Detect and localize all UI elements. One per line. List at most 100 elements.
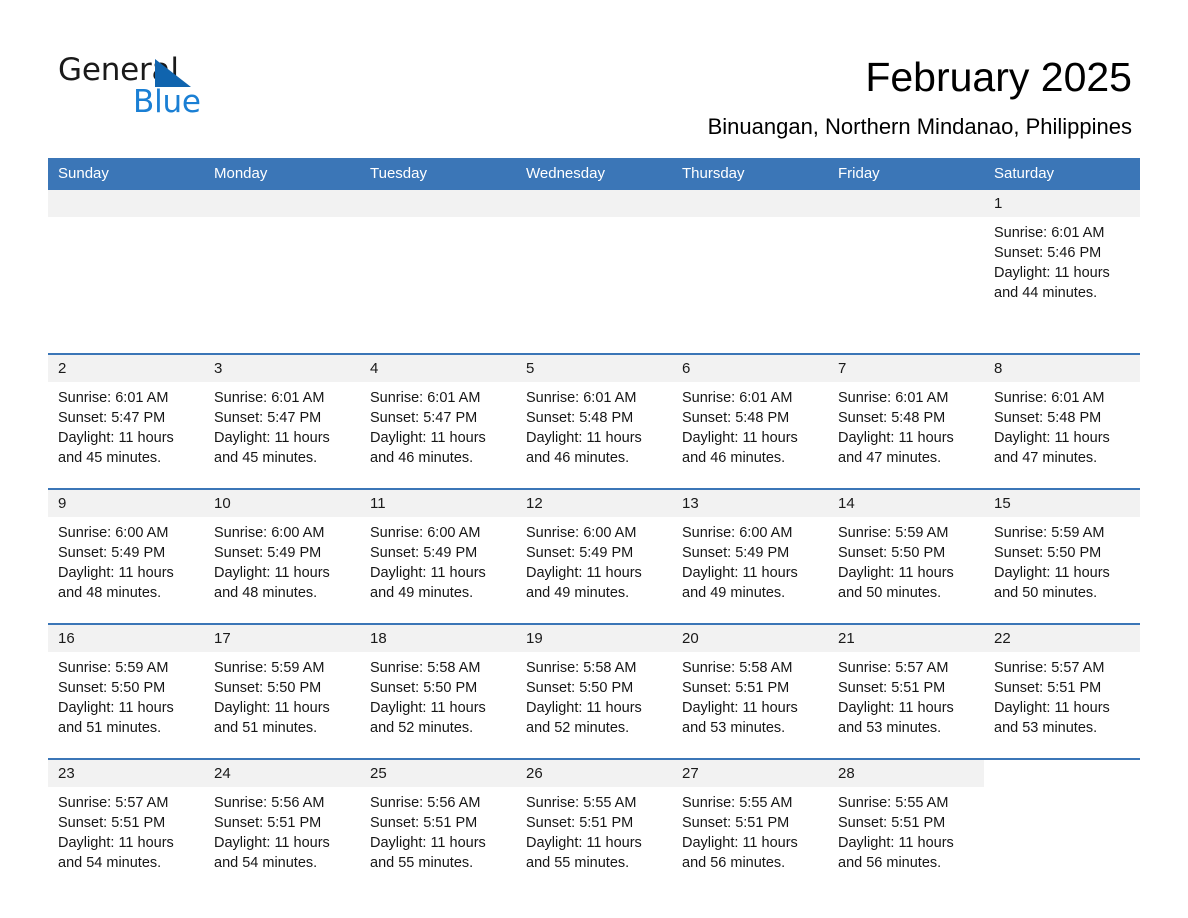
day-number: 18	[360, 625, 516, 652]
sunrise-text: Sunrise: 6:00 AM	[214, 525, 325, 541]
daylight-text: Daylight: 11 hours and 54 minutes.	[58, 835, 174, 871]
weekday-header-thursday: Thursday	[672, 158, 828, 190]
calendar-day-cell[interactable]: 14 Sunrise: 5:59 AM Sunset: 5:50 PM Dayligh…	[828, 488, 984, 624]
day-number: 12	[516, 490, 672, 517]
day-sun-info: Sunrise: 6:01 AM Sunset: 5:48 PM Daylight:…	[516, 382, 672, 468]
day-sun-info: Sunrise: 5:57 AM Sunset: 5:51 PM Daylight:…	[48, 787, 204, 873]
day-cell-inner	[672, 190, 828, 353]
sunrise-text: Sunrise: 5:55 AM	[838, 795, 949, 811]
sunrise-text: Sunrise: 6:00 AM	[58, 525, 169, 541]
day-sun-info: Sunrise: 5:58 AM Sunset: 5:50 PM Daylight:…	[516, 652, 672, 738]
triangle-icon	[155, 59, 191, 87]
calendar-day-cell[interactable]: 19 Sunrise: 5:58 AM Sunset: 5:50 PM Dayligh…	[516, 623, 672, 759]
calendar-day-cell[interactable]: 17 Sunrise: 5:59 AM Sunset: 5:50 PM Dayligh…	[204, 623, 360, 759]
calendar-day-cell[interactable]: 7 Sunrise: 6:01 AM Sunset: 5:48 PM Daylight…	[828, 353, 984, 489]
sunset-text: Sunset: 5:49 PM	[58, 545, 166, 561]
daylight-text: Daylight: 11 hours and 51 minutes.	[58, 700, 174, 736]
calendar-day-cell[interactable]: 23 Sunrise: 5:57 AM Sunset: 5:51 PM Dayligh…	[48, 758, 204, 894]
calendar-day-cell[interactable]: 28 Sunrise: 5:55 AM Sunset: 5:51 PM Dayligh…	[828, 758, 984, 894]
daylight-text: Daylight: 11 hours and 49 minutes.	[526, 565, 642, 601]
daylight-text: Daylight: 11 hours and 53 minutes.	[682, 700, 798, 736]
calendar-day-cell[interactable]: 26 Sunrise: 5:55 AM Sunset: 5:51 PM Dayligh…	[516, 758, 672, 894]
day-number: 11	[360, 490, 516, 517]
daylight-text: Daylight: 11 hours and 50 minutes.	[994, 565, 1110, 601]
sunset-text: Sunset: 5:50 PM	[526, 680, 634, 696]
calendar-day-cell[interactable]: 10 Sunrise: 6:00 AM Sunset: 5:49 PM Dayligh…	[204, 488, 360, 624]
calendar-day-cell[interactable]: 1 Sunrise: 6:01 AM Sunset: 5:46 PM Daylight…	[984, 190, 1140, 354]
day-cell-inner: 2 Sunrise: 6:01 AM Sunset: 5:47 PM Daylight…	[48, 355, 204, 488]
day-number: 13	[672, 490, 828, 517]
daylight-text: Daylight: 11 hours and 56 minutes.	[682, 835, 798, 871]
sunset-text: Sunset: 5:51 PM	[994, 680, 1102, 696]
calendar-day-cell[interactable]: 22 Sunrise: 5:57 AM Sunset: 5:51 PM Dayligh…	[984, 623, 1140, 759]
sunrise-text: Sunrise: 6:01 AM	[370, 390, 481, 406]
sunset-text: Sunset: 5:48 PM	[994, 410, 1102, 426]
daylight-text: Daylight: 11 hours and 47 minutes.	[994, 430, 1110, 466]
day-sun-info: Sunrise: 5:59 AM Sunset: 5:50 PM Daylight:…	[984, 517, 1140, 603]
calendar-day-cell[interactable]: 20 Sunrise: 5:58 AM Sunset: 5:51 PM Dayligh…	[672, 623, 828, 759]
daylight-text: Daylight: 11 hours and 52 minutes.	[526, 700, 642, 736]
calendar-day-cell[interactable]: 11 Sunrise: 6:00 AM Sunset: 5:49 PM Dayligh…	[360, 488, 516, 624]
day-number	[204, 190, 360, 217]
day-cell-inner	[828, 190, 984, 353]
day-cell-inner	[516, 190, 672, 353]
calendar-body: 1 Sunrise: 6:01 AM Sunset: 5:46 PM Daylight…	[48, 190, 1140, 894]
page-subtitle: Binuangan, Northern Mindanao, Philippine…	[707, 114, 1132, 139]
day-cell-inner: 14 Sunrise: 5:59 AM Sunset: 5:50 PM Dayligh…	[828, 490, 984, 623]
calendar-day-cell[interactable]: 13 Sunrise: 6:00 AM Sunset: 5:49 PM Dayligh…	[672, 488, 828, 624]
sunset-text: Sunset: 5:51 PM	[838, 815, 946, 831]
calendar-day-cell[interactable]: 4 Sunrise: 6:01 AM Sunset: 5:47 PM Daylight…	[360, 353, 516, 489]
calendar-day-cell[interactable]: 27 Sunrise: 5:55 AM Sunset: 5:51 PM Dayligh…	[672, 758, 828, 894]
calendar-day-cell[interactable]: 8 Sunrise: 6:01 AM Sunset: 5:48 PM Daylight…	[984, 353, 1140, 489]
sunset-text: Sunset: 5:49 PM	[214, 545, 322, 561]
day-sun-info: Sunrise: 6:00 AM Sunset: 5:49 PM Daylight:…	[204, 517, 360, 603]
calendar-week-row: 2 Sunrise: 6:01 AM Sunset: 5:47 PM Daylight…	[48, 353, 1140, 489]
weekday-header-tuesday: Tuesday	[360, 158, 516, 190]
sunrise-text: Sunrise: 5:59 AM	[58, 660, 169, 676]
day-sun-info: Sunrise: 5:55 AM Sunset: 5:51 PM Daylight:…	[672, 787, 828, 873]
calendar-day-cell[interactable]: 24 Sunrise: 5:56 AM Sunset: 5:51 PM Dayligh…	[204, 758, 360, 894]
day-sun-info: Sunrise: 6:01 AM Sunset: 5:48 PM Daylight:…	[672, 382, 828, 468]
calendar-day-cell[interactable]: 9 Sunrise: 6:00 AM Sunset: 5:49 PM Daylight…	[48, 488, 204, 624]
calendar-day-cell[interactable]: 2 Sunrise: 6:01 AM Sunset: 5:47 PM Daylight…	[48, 353, 204, 489]
day-cell-inner	[360, 190, 516, 353]
calendar-day-cell	[672, 190, 828, 354]
sunrise-text: Sunrise: 6:00 AM	[682, 525, 793, 541]
calendar-day-cell[interactable]: 12 Sunrise: 6:00 AM Sunset: 5:49 PM Dayligh…	[516, 488, 672, 624]
sunset-text: Sunset: 5:51 PM	[682, 680, 790, 696]
day-sun-info: Sunrise: 6:01 AM Sunset: 5:47 PM Daylight:…	[48, 382, 204, 468]
day-number: 25	[360, 760, 516, 787]
sunrise-text: Sunrise: 6:00 AM	[526, 525, 637, 541]
daylight-text: Daylight: 11 hours and 45 minutes.	[214, 430, 330, 466]
day-sun-info: Sunrise: 6:01 AM Sunset: 5:47 PM Daylight:…	[204, 382, 360, 468]
general-blue-logo: General Blue	[58, 52, 258, 124]
day-number	[672, 190, 828, 217]
day-number: 10	[204, 490, 360, 517]
calendar-day-cell[interactable]: 5 Sunrise: 6:01 AM Sunset: 5:48 PM Daylight…	[516, 353, 672, 489]
sunrise-text: Sunrise: 5:57 AM	[58, 795, 169, 811]
day-cell-inner: 4 Sunrise: 6:01 AM Sunset: 5:47 PM Daylight…	[360, 355, 516, 488]
sunset-text: Sunset: 5:48 PM	[682, 410, 790, 426]
day-number: 23	[48, 760, 204, 787]
day-cell-inner: 23 Sunrise: 5:57 AM Sunset: 5:51 PM Dayligh…	[48, 760, 204, 894]
day-cell-inner	[204, 190, 360, 353]
day-number: 17	[204, 625, 360, 652]
sunset-text: Sunset: 5:51 PM	[58, 815, 166, 831]
day-sun-info: Sunrise: 5:55 AM Sunset: 5:51 PM Daylight:…	[516, 787, 672, 873]
calendar-day-cell	[48, 190, 204, 354]
sunset-text: Sunset: 5:49 PM	[370, 545, 478, 561]
calendar-day-cell[interactable]: 25 Sunrise: 5:56 AM Sunset: 5:51 PM Dayligh…	[360, 758, 516, 894]
day-number: 22	[984, 625, 1140, 652]
calendar-day-cell[interactable]: 18 Sunrise: 5:58 AM Sunset: 5:50 PM Dayligh…	[360, 623, 516, 759]
calendar-week-row: 1 Sunrise: 6:01 AM Sunset: 5:46 PM Daylight…	[48, 190, 1140, 354]
sunrise-text: Sunrise: 5:55 AM	[526, 795, 637, 811]
day-sun-info: Sunrise: 5:58 AM Sunset: 5:50 PM Daylight:…	[360, 652, 516, 738]
calendar-day-cell[interactable]: 3 Sunrise: 6:01 AM Sunset: 5:47 PM Daylight…	[204, 353, 360, 489]
sunrise-text: Sunrise: 5:58 AM	[526, 660, 637, 676]
calendar-day-cell[interactable]: 6 Sunrise: 6:01 AM Sunset: 5:48 PM Daylight…	[672, 353, 828, 489]
calendar-day-cell[interactable]: 15 Sunrise: 5:59 AM Sunset: 5:50 PM Dayligh…	[984, 488, 1140, 624]
day-number	[516, 190, 672, 217]
sunrise-text: Sunrise: 5:58 AM	[370, 660, 481, 676]
calendar-day-cell[interactable]: 21 Sunrise: 5:57 AM Sunset: 5:51 PM Dayligh…	[828, 623, 984, 759]
calendar-day-cell[interactable]: 16 Sunrise: 5:59 AM Sunset: 5:50 PM Dayligh…	[48, 623, 204, 759]
